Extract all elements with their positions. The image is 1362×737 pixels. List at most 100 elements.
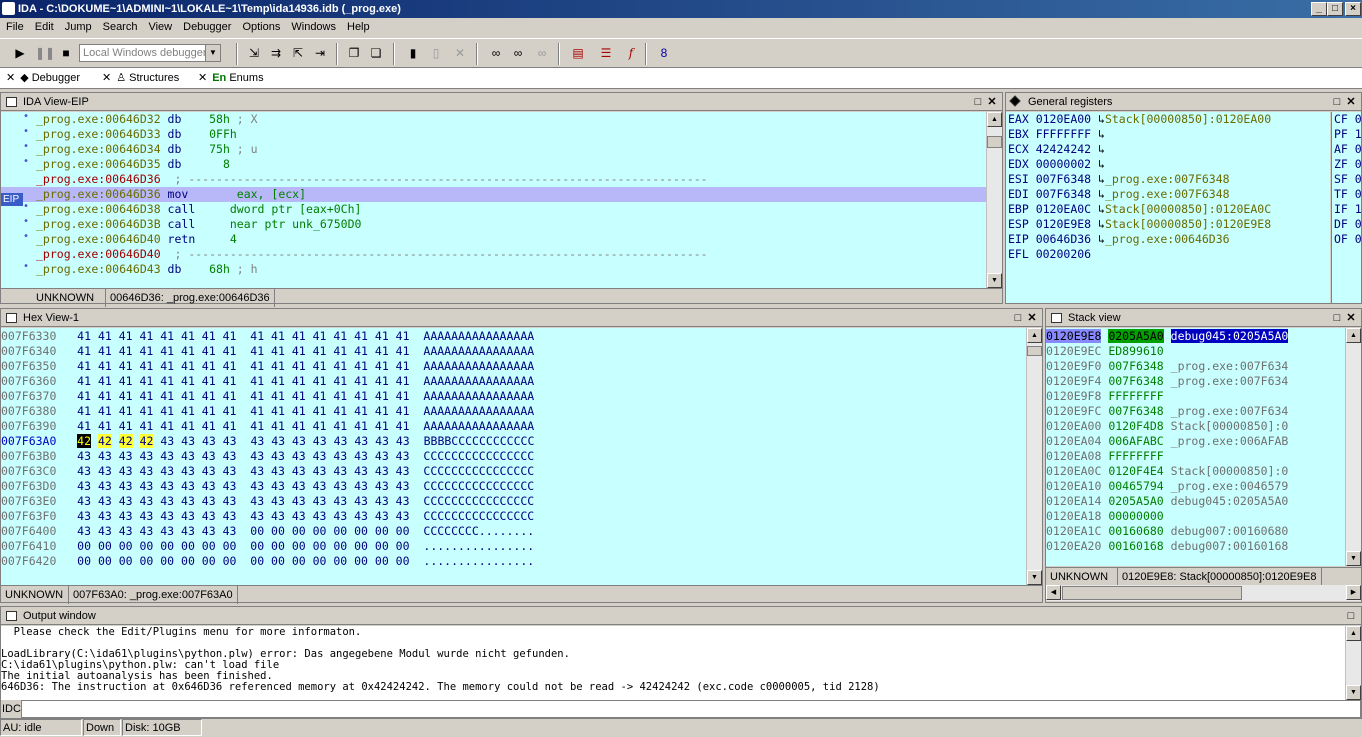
breakpoint-dot[interactable]: •	[23, 109, 29, 124]
output-text-area[interactable]: Please check the Edit/Plugins menu for m…	[1, 626, 1345, 700]
maximize-icon[interactable]: □	[1330, 309, 1344, 327]
tab-debugger[interactable]: ✕ ◆ Debugger	[2, 68, 80, 88]
tab-structures[interactable]: ✕ ♙ Structures	[98, 68, 179, 88]
register-row[interactable]: EBX FFFFFFFF ↳	[1006, 127, 1330, 142]
hex-row[interactable]: 007F63C0 43 43 43 43 43 43 43 43 43 43 4…	[1, 464, 1026, 479]
scroll-left-icon[interactable]: ◀	[1046, 585, 1061, 600]
stack-row[interactable]: 0120EA0C 0120F4E4 Stack[00000850]:0	[1046, 464, 1345, 479]
registers-area[interactable]: EAX 0120EA00 ↳Stack[00000850]:0120EA00 EB…	[1006, 112, 1330, 303]
hex-row[interactable]: 007F6390 41 41 41 41 41 41 41 41 41 41 4…	[1, 419, 1026, 434]
paste-icon[interactable]: ❏	[368, 45, 384, 61]
scroll-thumb[interactable]	[987, 136, 1002, 148]
scroll-right-icon[interactable]: ▶	[1346, 585, 1361, 600]
scroll-up-icon[interactable]: ▲	[1346, 626, 1361, 641]
disasm-line[interactable]: • _prog.exe:00646D32 db 58h ; X	[1, 109, 986, 127]
add-breakpoint-icon[interactable]: ▯	[428, 45, 444, 61]
trace-basic-block-icon[interactable]: ∞	[534, 45, 550, 61]
menu-file[interactable]: File	[1, 18, 29, 37]
stack-row[interactable]: 0120EA14 0205A5A0 debug045:0205A5A0	[1046, 494, 1345, 509]
hex-row[interactable]: 007F6340 41 41 41 41 41 41 41 41 41 41 4…	[1, 344, 1026, 359]
disasm-line[interactable]: • _prog.exe:00646D40 retn 4	[1, 231, 986, 247]
stack-row[interactable]: 0120EA10 00465794 _prog.exe:0046579	[1046, 479, 1345, 494]
strings-icon[interactable]: ▤	[570, 45, 586, 61]
disasm-line[interactable]: • _prog.exe:00646D34 db 75h ; u	[1, 141, 986, 157]
delete-breakpoint-icon[interactable]: ✕	[452, 45, 468, 61]
hex-row[interactable]: 007F6410 00 00 00 00 00 00 00 00 00 00 0…	[1, 539, 1026, 554]
flag-row[interactable]: OF 0	[1332, 232, 1362, 247]
register-row[interactable]: EBP 0120EA0C ↳Stack[00000850]:0120EA0C	[1006, 202, 1330, 217]
disasm-line[interactable]: • _prog.exe:00646D38 call dword ptr [eax+…	[1, 201, 986, 217]
register-row[interactable]: EIP 00646D36 ↳_prog.exe:00646D36	[1006, 232, 1330, 247]
hex-row[interactable]: 007F6400 43 43 43 43 43 43 43 43 00 00 0…	[1, 524, 1026, 539]
flags-area[interactable]: CF 0 PF 1 AF 0 ZF 0 SF 0 TF 0 IF 1 DF 0 OF 0	[1331, 112, 1362, 303]
names-icon[interactable]: ☰	[598, 45, 614, 61]
breakpoint-list-icon[interactable]: ▮	[405, 45, 421, 61]
disasm-line[interactable]: _prog.exe:00646D40 ; -------------------…	[1, 247, 986, 262]
disasm-line[interactable]: • _prog.exe:00646D35 db 8	[1, 156, 986, 172]
segments-icon[interactable]: 8	[656, 45, 672, 61]
scroll-up-icon[interactable]: ▲	[1027, 328, 1042, 343]
functions-icon[interactable]: f	[623, 45, 639, 61]
trace-instruction-icon[interactable]: ∞	[488, 45, 504, 61]
stack-hscrollbar[interactable]: ◀ ▶	[1046, 585, 1361, 601]
idc-command-input[interactable]	[21, 700, 1361, 718]
menu-help[interactable]: Help	[342, 18, 375, 37]
trace-function-icon[interactable]: ∞	[510, 45, 526, 61]
scroll-thumb[interactable]	[1027, 346, 1042, 356]
stack-row[interactable]: 0120E9F8 FFFFFFFF	[1046, 389, 1345, 404]
flag-row[interactable]: CF 0	[1332, 112, 1362, 127]
scroll-down-icon[interactable]: ▼	[1027, 570, 1042, 585]
debugger-select[interactable]: Local Windows debugger ▼	[79, 44, 221, 62]
output-scrollbar[interactable]: ▲ ▼	[1345, 626, 1361, 700]
hex-row[interactable]: 007F63E0 43 43 43 43 43 43 43 43 43 43 4…	[1, 494, 1026, 509]
copy-icon[interactable]: ❐	[346, 45, 362, 61]
register-row[interactable]: EFL 00200206	[1006, 247, 1330, 262]
hex-row[interactable]: 007F63B0 43 43 43 43 43 43 43 43 43 43 4…	[1, 449, 1026, 464]
stack-view-scrollbar[interactable]: ▲ ▼	[1345, 328, 1361, 566]
hex-row[interactable]: 007F6350 41 41 41 41 41 41 41 41 41 41 4…	[1, 359, 1026, 374]
stack-row[interactable]: 0120E9F0 007F6348 _prog.exe:007F634	[1046, 359, 1345, 374]
hex-row[interactable]: 007F6370 41 41 41 41 41 41 41 41 41 41 4…	[1, 389, 1026, 404]
stack-row[interactable]: 0120EA04 006AFABC _prog.exe:006AFAB	[1046, 434, 1345, 449]
register-row[interactable]: EDX 00000002 ↳	[1006, 157, 1330, 172]
menu-jump[interactable]: Jump	[60, 18, 97, 37]
menu-debugger[interactable]: Debugger	[178, 18, 236, 37]
scroll-down-icon[interactable]: ▼	[1346, 685, 1361, 700]
scroll-down-icon[interactable]: ▼	[1346, 551, 1361, 566]
stack-row[interactable]: 0120E9F4 007F6348 _prog.exe:007F634	[1046, 374, 1345, 389]
maximize-button[interactable]: □	[1327, 2, 1343, 16]
hex-row[interactable]: 007F6330 41 41 41 41 41 41 41 41 41 41 4…	[1, 329, 1026, 344]
flag-row[interactable]: IF 1	[1332, 202, 1362, 217]
ida-view-scrollbar[interactable]: ▲ ▼	[986, 112, 1002, 288]
close-button[interactable]: ×	[1345, 2, 1361, 16]
hex-row[interactable]: 007F6420 00 00 00 00 00 00 00 00 00 00 0…	[1, 554, 1026, 569]
flag-row[interactable]: PF 1	[1332, 127, 1362, 142]
flag-row[interactable]: ZF 0	[1332, 157, 1362, 172]
hex-row[interactable]: 007F63F0 43 43 43 43 43 43 43 43 43 43 4…	[1, 509, 1026, 524]
maximize-icon[interactable]: □	[1344, 607, 1358, 625]
hex-row[interactable]: 007F63D0 43 43 43 43 43 43 43 43 43 43 4…	[1, 479, 1026, 494]
hex-row[interactable]: 007F6360 41 41 41 41 41 41 41 41 41 41 4…	[1, 374, 1026, 389]
flag-row[interactable]: TF 0	[1332, 187, 1362, 202]
stack-area[interactable]: 0120E9E8 0205A5A0 debug045:0205A5A0 0120E…	[1046, 328, 1345, 566]
hex-row[interactable]: 007F6380 41 41 41 41 41 41 41 41 41 41 4…	[1, 404, 1026, 419]
menu-edit[interactable]: Edit	[30, 18, 59, 37]
stack-row[interactable]: 0120EA18 00000000	[1046, 509, 1345, 524]
close-icon[interactable]: ✕	[985, 93, 999, 111]
scroll-up-icon[interactable]: ▲	[1346, 328, 1361, 343]
tab-enums[interactable]: ✕ En Enums	[194, 68, 264, 88]
flag-row[interactable]: AF 0	[1332, 142, 1362, 157]
stack-row[interactable]: 0120EA20 00160168 debug007:00160168	[1046, 539, 1345, 554]
menu-windows[interactable]: Windows	[286, 18, 341, 37]
run-to-cursor-icon[interactable]: ⇥	[312, 45, 328, 61]
menu-view[interactable]: View	[143, 18, 177, 37]
scroll-up-icon[interactable]: ▲	[987, 112, 1002, 127]
register-row[interactable]: ECX 42424242 ↳	[1006, 142, 1330, 157]
chevron-down-icon[interactable]: ▼	[205, 45, 220, 61]
flag-row[interactable]: SF 0	[1332, 172, 1362, 187]
terminate-process-icon[interactable]: ■	[58, 45, 74, 61]
disassembly-area[interactable]: • _prog.exe:00646D32 db 58h ; X • _prog.exe…	[1, 109, 986, 288]
hex-area[interactable]: 007F6330 41 41 41 41 41 41 41 41 41 41 4…	[1, 328, 1026, 585]
step-over-icon[interactable]: ⇉	[268, 45, 284, 61]
scroll-thumb[interactable]	[1062, 586, 1242, 600]
